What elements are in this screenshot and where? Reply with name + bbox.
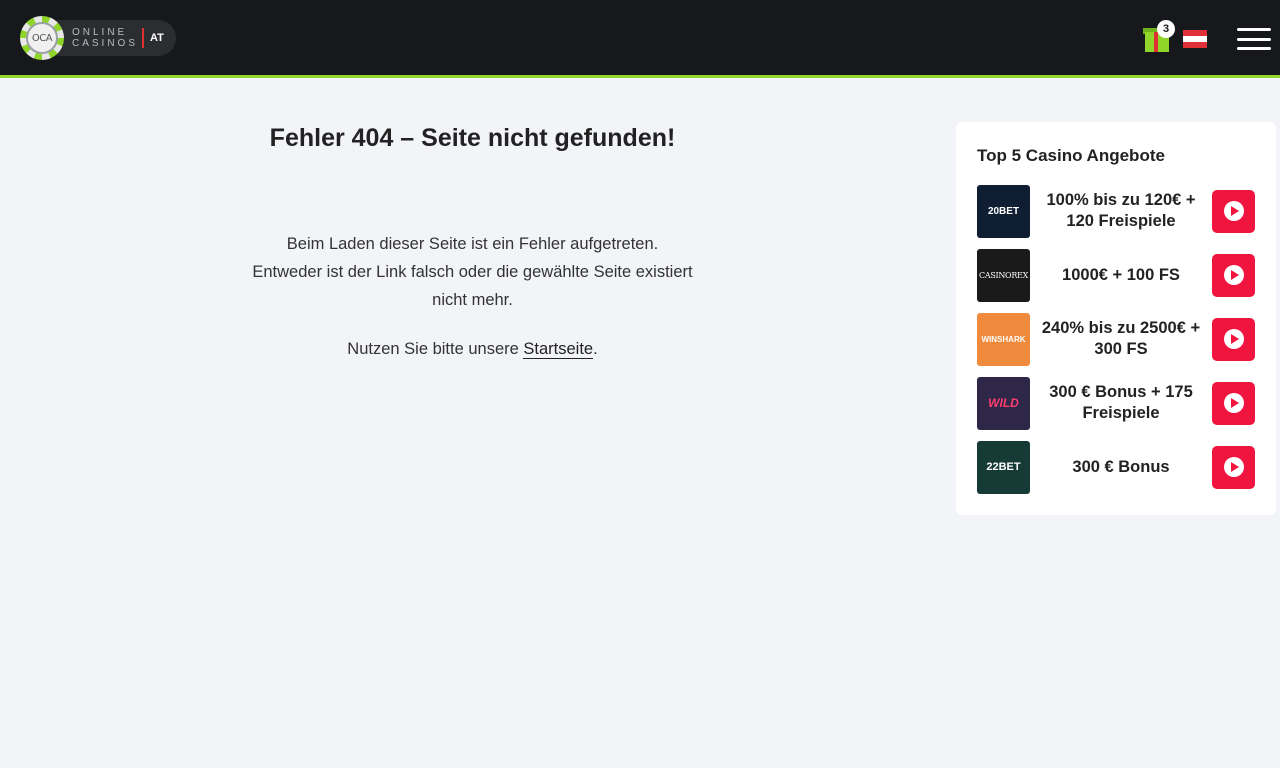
offer-text: 1000€ + 100 FS bbox=[1062, 265, 1180, 284]
offer-row[interactable]: 20BET 100% bis zu 120€ + 120 Freispiele bbox=[977, 184, 1255, 238]
chip-label: OCA bbox=[26, 22, 58, 54]
play-icon bbox=[1223, 393, 1244, 413]
play-icon bbox=[1223, 265, 1244, 285]
menu-bar bbox=[1237, 47, 1271, 50]
gift-button[interactable]: 3 bbox=[1143, 20, 1175, 54]
offer-text: 300 € Bonus bbox=[1072, 457, 1170, 476]
play-button[interactable] bbox=[1212, 445, 1255, 489]
top-casinos-card: Top 5 Casino Angebote 20BET 100% bis zu … bbox=[956, 122, 1276, 515]
error-content: Fehler 404 – Seite nicht gefunden! Beim … bbox=[220, 120, 725, 359]
offer-text: 100% bis zu 120€ + 120 Freispiele bbox=[1046, 191, 1196, 230]
gift-count-badge: 3 bbox=[1157, 20, 1175, 38]
play-button[interactable] bbox=[1212, 317, 1255, 361]
error-message-line1: Beim Laden dieser Seite ist ein Fehler a… bbox=[286, 235, 659, 253]
austria-flag-icon[interactable] bbox=[1183, 30, 1207, 48]
flag-stripe-bottom bbox=[1183, 42, 1207, 48]
casino-logo-22bet[interactable]: 22BET bbox=[977, 440, 1030, 494]
offer-row[interactable]: WINSHARK 240% bis zu 2500€ + 300 FS bbox=[977, 312, 1255, 366]
play-icon bbox=[1223, 457, 1244, 477]
casino-logo-wild[interactable]: WILD bbox=[977, 376, 1030, 430]
hamburger-menu-icon[interactable] bbox=[1237, 28, 1271, 50]
homepage-link[interactable]: Startseite bbox=[523, 340, 594, 359]
menu-bar bbox=[1237, 28, 1271, 31]
site-header: OCA ONLINE CASINOS AT 3 bbox=[0, 0, 1280, 78]
gift-ribbon bbox=[1154, 32, 1158, 52]
play-button[interactable] bbox=[1212, 253, 1255, 297]
logo-line1: ONLINE bbox=[72, 27, 128, 38]
play-icon bbox=[1223, 329, 1244, 349]
error-message-line2: Entweder ist der Link falsch oder die ge… bbox=[252, 263, 693, 281]
logo-separator bbox=[142, 28, 145, 48]
logo-region: AT bbox=[150, 32, 164, 44]
offer-text: 240% bis zu 2500€ + 300 FS bbox=[1041, 319, 1201, 358]
casino-chip-icon: OCA bbox=[20, 16, 64, 60]
casino-logo-casinorex[interactable]: CASINOREX bbox=[977, 248, 1030, 302]
offer-row[interactable]: WILD 300 € Bonus + 175 Freispiele bbox=[977, 376, 1255, 430]
casino-logo-winshark[interactable]: WINSHARK bbox=[977, 312, 1030, 366]
hint-suffix: . bbox=[593, 340, 598, 358]
offer-row[interactable]: 22BET 300 € Bonus bbox=[977, 440, 1255, 494]
page-title: Fehler 404 – Seite nicht gefunden! bbox=[269, 124, 676, 152]
hint-prefix: Nutzen Sie bitte unsere bbox=[347, 340, 524, 358]
logo-text: ONLINE CASINOS bbox=[72, 27, 138, 49]
site-logo[interactable]: OCA ONLINE CASINOS AT bbox=[20, 16, 176, 60]
casino-logo-20bet[interactable]: 20BET bbox=[977, 184, 1030, 238]
play-icon bbox=[1223, 201, 1244, 221]
offer-row[interactable]: CASINOREX 1000€ + 100 FS bbox=[977, 248, 1255, 302]
menu-bar bbox=[1237, 37, 1271, 41]
error-message: Beim Laden dieser Seite ist ein Fehler a… bbox=[220, 230, 725, 314]
play-button[interactable] bbox=[1212, 189, 1255, 233]
logo-line2: CASINOS bbox=[72, 38, 139, 49]
offer-text: 300 € Bonus + 175 Freispiele bbox=[1049, 383, 1193, 422]
play-button[interactable] bbox=[1212, 381, 1255, 425]
error-message-line3: nicht mehr. bbox=[432, 291, 513, 309]
card-title: Top 5 Casino Angebote bbox=[977, 146, 1165, 165]
homepage-hint: Nutzen Sie bitte unsere Startseite. bbox=[220, 340, 725, 359]
